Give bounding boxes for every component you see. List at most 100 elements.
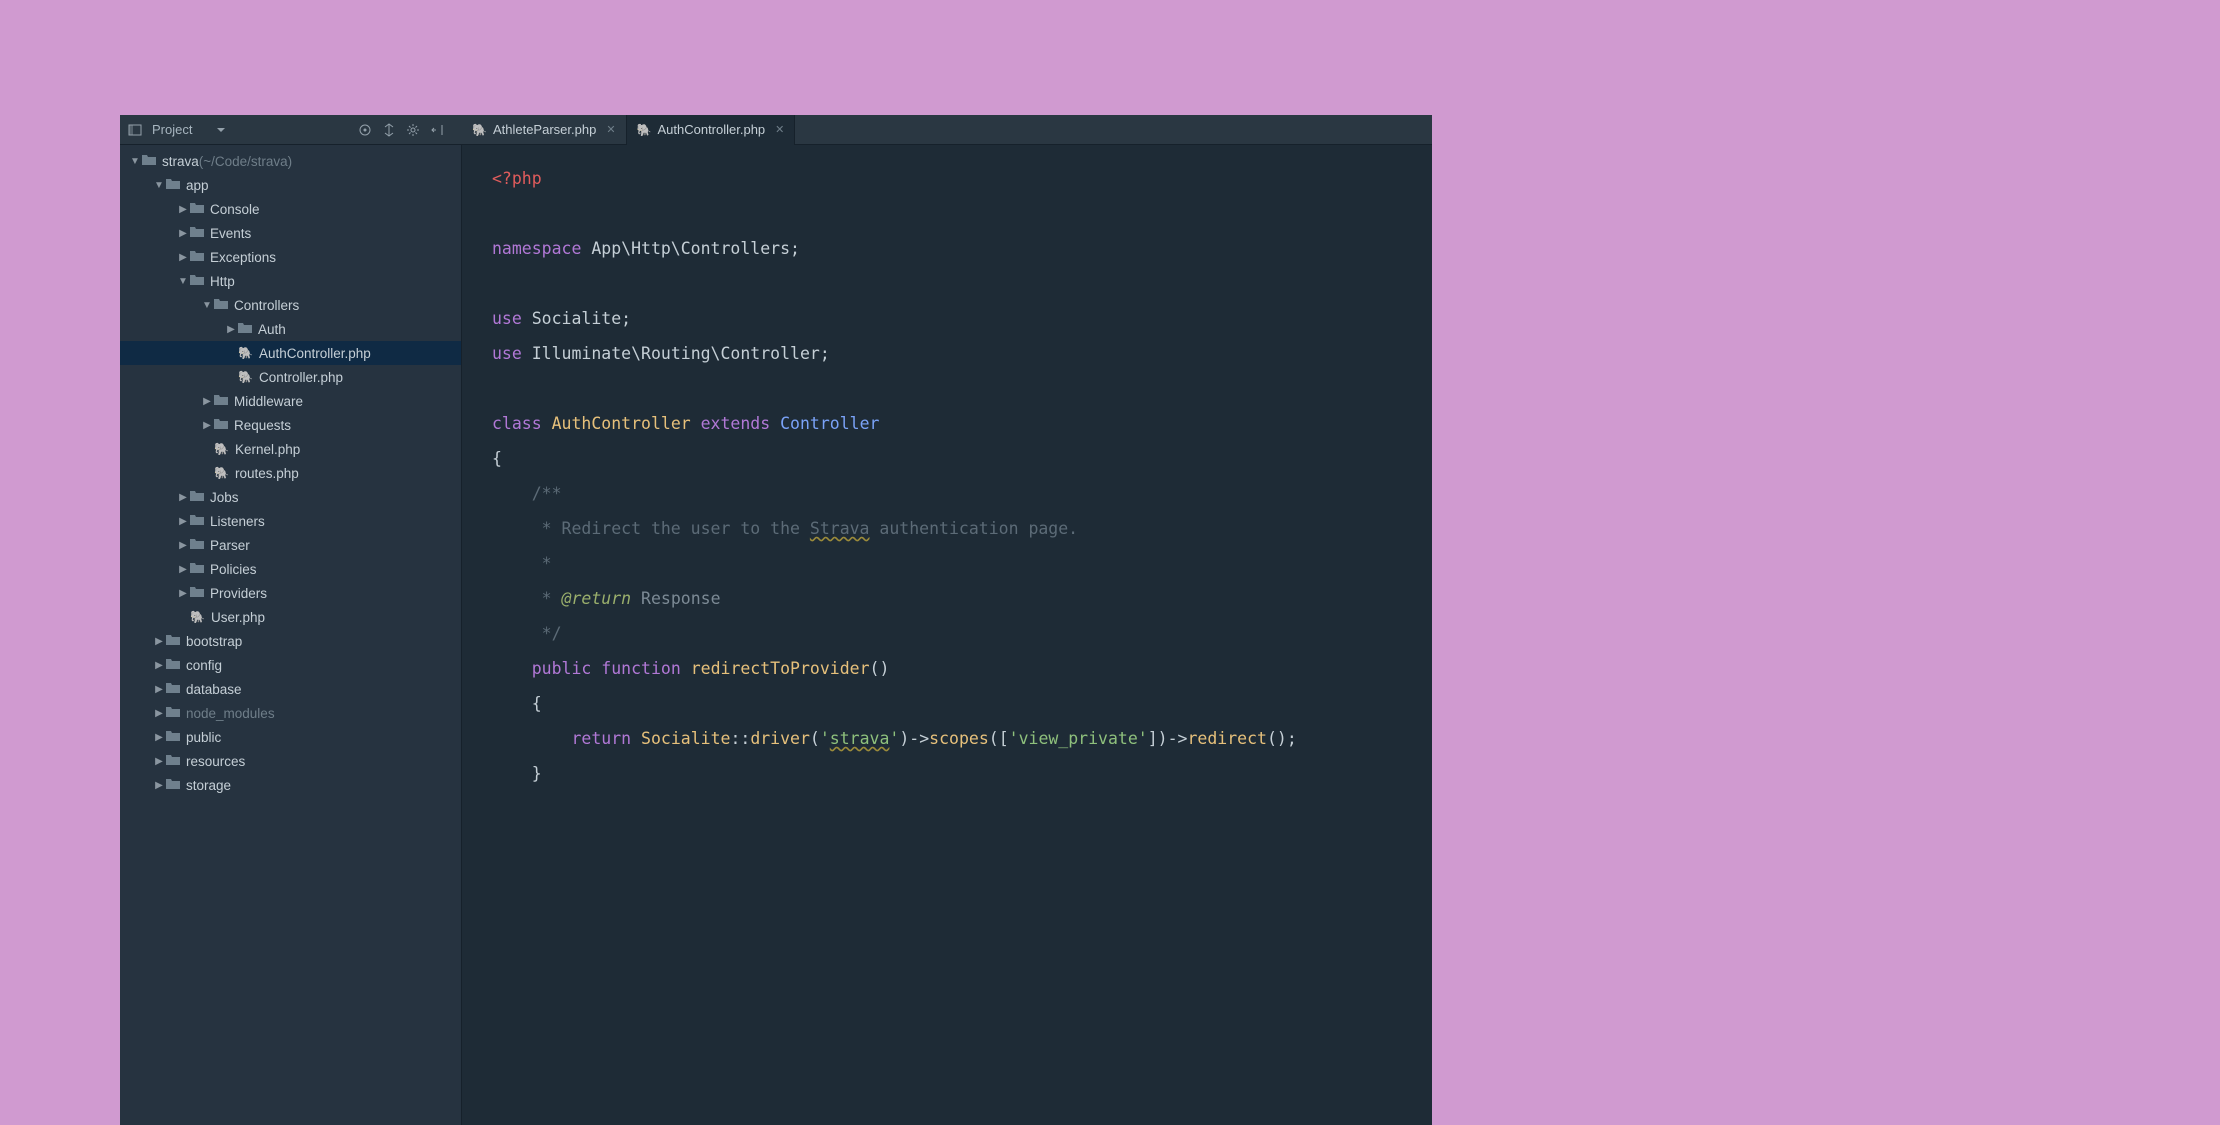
editor-tab[interactable]: 🐘AthleteParser.php✕ (462, 115, 627, 145)
code-text: Controller (780, 414, 879, 433)
chevron-right-icon[interactable]: ▶ (200, 420, 214, 431)
tree-file[interactable]: 🐘Controller.php (120, 365, 461, 389)
tree-item-label: bootstrap (186, 634, 242, 649)
tree-file[interactable]: 🐘AuthController.php (120, 341, 461, 365)
tree-item-label: node_modules (186, 706, 275, 721)
chevron-right-icon[interactable]: ▶ (152, 780, 166, 791)
tree-item-label: Controller.php (259, 370, 343, 385)
folder-icon (190, 202, 204, 217)
chevron-right-icon[interactable]: ▶ (152, 732, 166, 743)
chevron-right-icon[interactable]: ▶ (176, 540, 190, 551)
code-text: function (591, 659, 690, 678)
tree-item-label: config (186, 658, 222, 673)
project-label: Project (152, 122, 192, 137)
code-text: extends (691, 414, 780, 433)
tree-item-label: Middleware (234, 394, 303, 409)
tree-item-label: storage (186, 778, 231, 793)
chevron-down-icon[interactable]: ▼ (176, 276, 190, 287)
tree-file[interactable]: 🐘User.php (120, 605, 461, 629)
chevron-right-icon[interactable]: ▶ (200, 396, 214, 407)
chevron-down-icon[interactable]: ▼ (128, 156, 142, 167)
code-text: ])-> (1148, 729, 1188, 748)
tree-folder[interactable]: ▶ bootstrap (120, 629, 461, 653)
tree-folder[interactable]: ▶ public (120, 725, 461, 749)
tree-folder[interactable]: ▼app (120, 173, 461, 197)
folder-icon (190, 274, 204, 289)
tree-folder[interactable]: ▶ Jobs (120, 485, 461, 509)
chevron-right-icon[interactable]: ▶ (176, 492, 190, 503)
tree-folder[interactable]: ▶Providers (120, 581, 461, 605)
code-text: scopes (929, 729, 989, 748)
code-text: /** (492, 484, 562, 503)
tree-folder[interactable]: ▶Listeners (120, 509, 461, 533)
tree-item-label: Kernel.php (235, 442, 300, 457)
chevron-right-icon[interactable]: ▶ (152, 660, 166, 671)
folder-icon (166, 730, 180, 745)
chevron-right-icon[interactable]: ▶ (176, 204, 190, 215)
chevron-right-icon[interactable]: ▶ (152, 636, 166, 647)
php-file-icon: 🐘 (190, 610, 205, 624)
chevron-right-icon[interactable]: ▶ (224, 324, 238, 335)
tree-folder[interactable]: ▶Events (120, 221, 461, 245)
code-editor[interactable]: <?php namespace App\Http\Controllers; us… (462, 145, 1432, 1125)
php-file-icon: 🐘 (238, 346, 253, 360)
code-text: Socialite; (522, 309, 631, 328)
collapse-icon[interactable] (382, 123, 396, 137)
chevron-down-icon[interactable] (216, 125, 226, 135)
tree-folder[interactable]: ▼Controllers (120, 293, 461, 317)
ide-window: Project 🐘AthleteParser.php✕🐘AuthControll… (120, 115, 1432, 1125)
folder-icon (166, 658, 180, 673)
target-icon[interactable] (358, 123, 372, 137)
chevron-right-icon[interactable]: ▶ (176, 564, 190, 575)
tree-folder[interactable]: ▼ strava (~/Code/strava) (120, 149, 461, 173)
folder-icon (190, 562, 204, 577)
tree-item-label: Requests (234, 418, 291, 433)
folder-icon (214, 298, 228, 313)
editor-tabs: 🐘AthleteParser.php✕🐘AuthController.php✕ (462, 115, 795, 145)
settings-gear-icon[interactable] (406, 123, 420, 137)
tree-item-label: public (186, 730, 221, 745)
code-text: { (492, 694, 542, 713)
chevron-right-icon[interactable]: ▶ (176, 228, 190, 239)
chevron-down-icon[interactable]: ▼ (200, 300, 214, 311)
tree-file[interactable]: 🐘routes.php (120, 461, 461, 485)
project-tree[interactable]: ▼ strava (~/Code/strava) ▼app▶Console▶Even… (120, 145, 462, 1125)
tree-folder[interactable]: ▶Console (120, 197, 461, 221)
chevron-right-icon[interactable]: ▶ (176, 588, 190, 599)
tree-folder[interactable]: ▶Auth (120, 317, 461, 341)
tree-folder[interactable]: ▶database (120, 677, 461, 701)
tree-folder[interactable]: ▶ config (120, 653, 461, 677)
hide-icon[interactable] (430, 123, 444, 137)
tree-folder[interactable]: ▶Exceptions (120, 245, 461, 269)
tree-folder[interactable]: ▶ Middleware (120, 389, 461, 413)
code-text: */ (492, 624, 562, 643)
tree-item-label: Jobs (210, 490, 239, 505)
chevron-right-icon[interactable]: ▶ (176, 516, 190, 527)
tree-item-path: (~/Code/strava) (199, 154, 292, 169)
tree-folder[interactable]: ▶resources (120, 749, 461, 773)
project-tool-header: Project (120, 122, 462, 137)
chevron-right-icon[interactable]: ▶ (152, 756, 166, 767)
code-text: * (492, 554, 552, 573)
close-icon[interactable]: ✕ (606, 123, 615, 136)
chevron-down-icon[interactable]: ▼ (152, 180, 166, 191)
folder-icon (166, 682, 180, 697)
tree-folder[interactable]: ▶Parser (120, 533, 461, 557)
chevron-right-icon[interactable]: ▶ (152, 684, 166, 695)
code-text: <?php (492, 169, 542, 188)
chevron-right-icon[interactable]: ▶ (176, 252, 190, 263)
tree-folder[interactable]: ▶ storage (120, 773, 461, 797)
folder-icon (166, 778, 180, 793)
tree-folder[interactable]: ▶Policies (120, 557, 461, 581)
tree-folder[interactable]: ▼Http (120, 269, 461, 293)
tree-folder[interactable]: ▶ Requests (120, 413, 461, 437)
php-file-icon: 🐘 (214, 466, 229, 480)
folder-icon (214, 418, 228, 433)
editor-tab[interactable]: 🐘AuthController.php✕ (627, 115, 796, 145)
code-text: { (492, 449, 502, 468)
tree-item-label: strava (162, 154, 199, 169)
close-icon[interactable]: ✕ (775, 123, 784, 136)
chevron-right-icon[interactable]: ▶ (152, 708, 166, 719)
tree-folder[interactable]: ▶ node_modules (120, 701, 461, 725)
tree-file[interactable]: 🐘Kernel.php (120, 437, 461, 461)
